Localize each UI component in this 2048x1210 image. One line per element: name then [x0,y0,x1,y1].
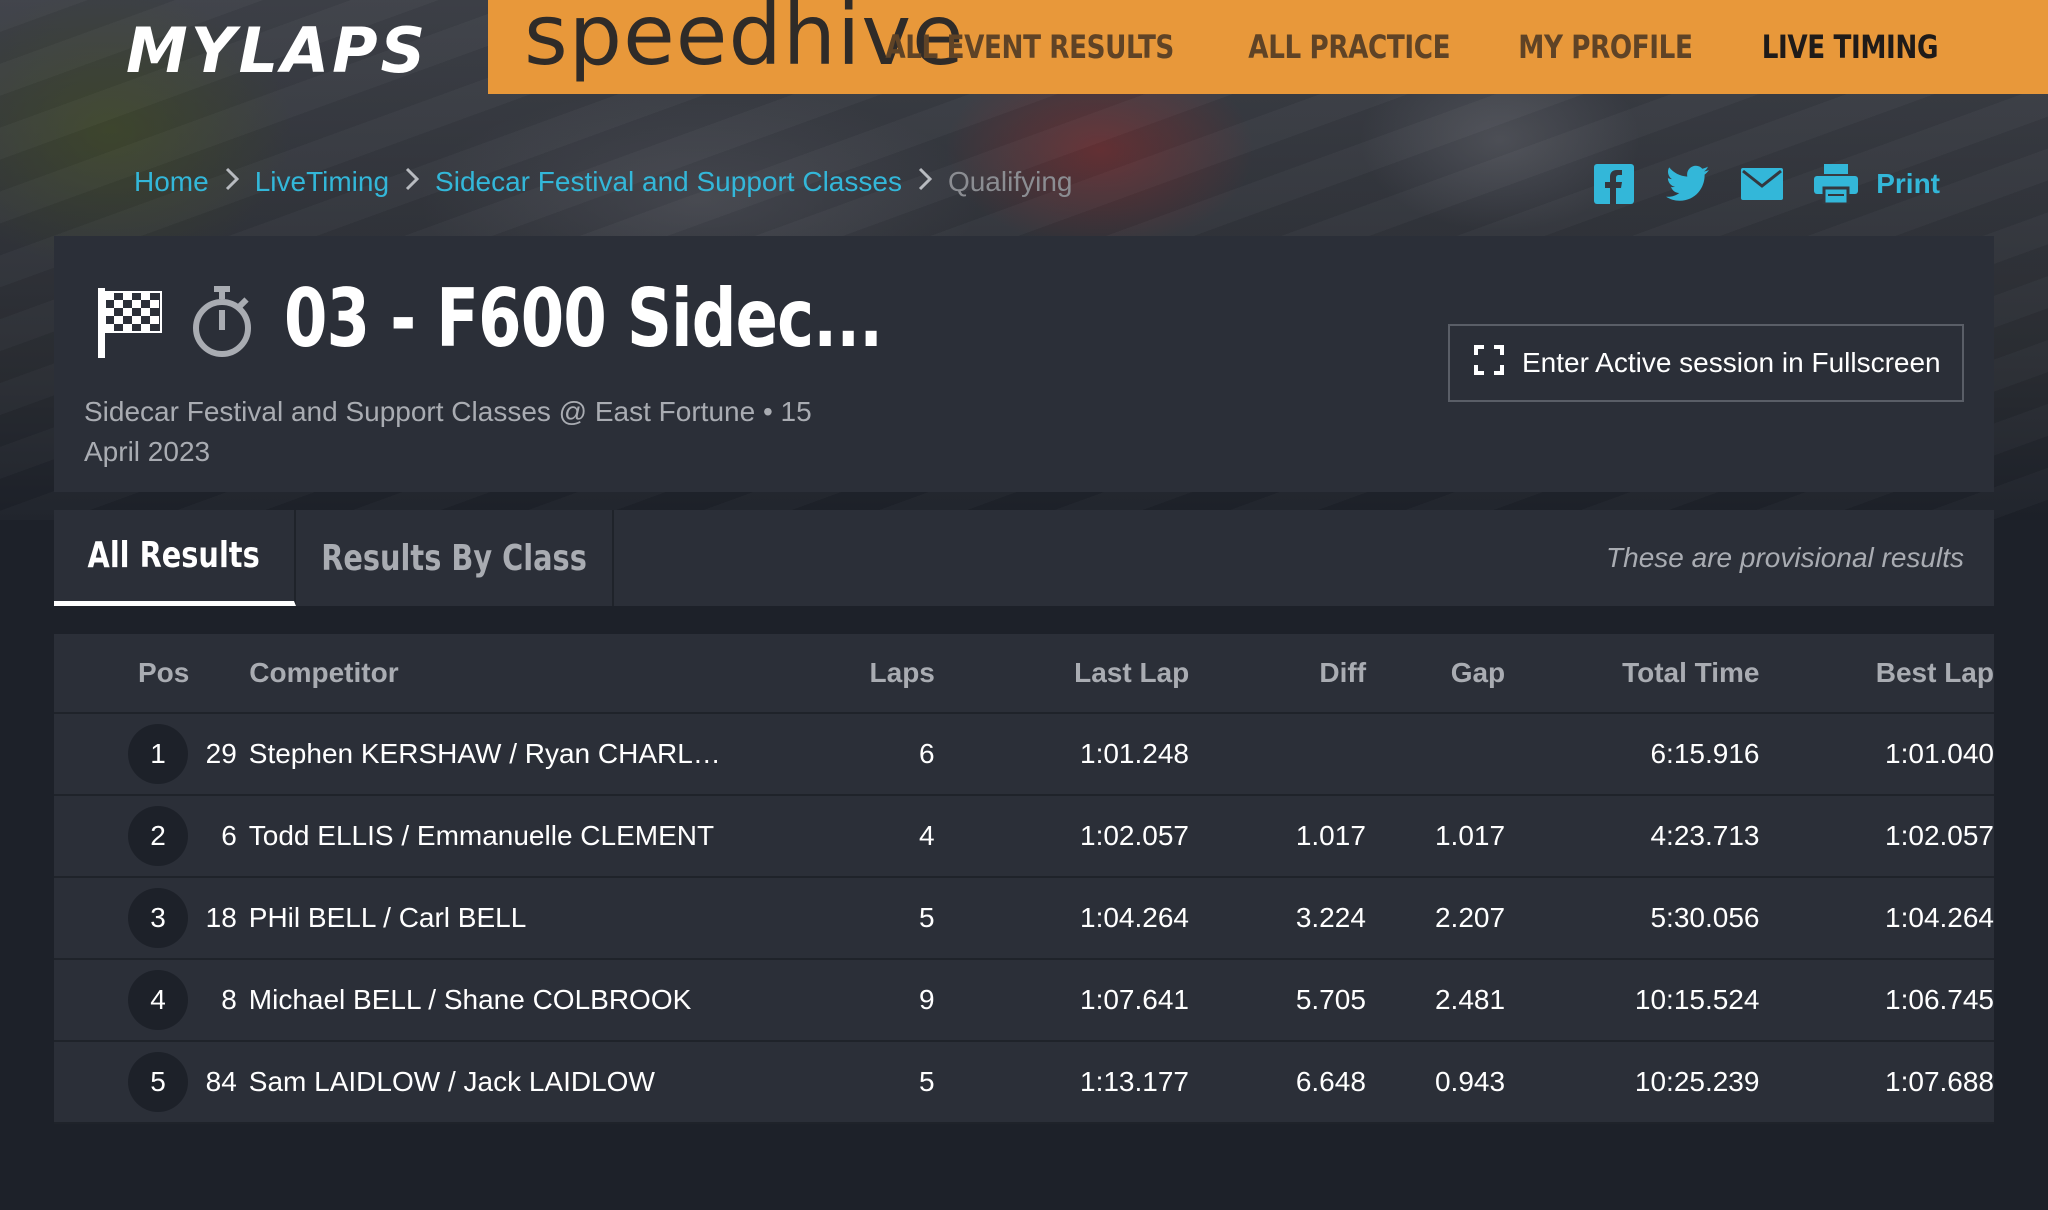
last-lap-cell: 1:13.177 [1080,1066,1189,1097]
breadcrumb-current: Qualifying [947,166,1073,197]
main-nav: ALL EVENT RESULTS ALL PRACTICE MY PROFIL… [822,28,1939,66]
gap-cell: 2.481 [1434,984,1506,1015]
last-lap-cell: 1:02.057 [1080,820,1189,851]
laps-cell: 5 [919,902,935,933]
position-badge: 2 [128,806,188,866]
best-lap-cell: 1:01.040 [1885,738,1995,769]
fullscreen-button[interactable]: Enter Active session in Fullscreen [1448,324,1964,402]
provisional-note: These are provisional results [1606,542,1964,573]
mylaps-logo[interactable]: MYLAPS [126,14,428,87]
table-row[interactable]: 4 8 Michael BELL / Shane COLBROOK 9 1:07.… [54,960,1994,1042]
nav-all-event-results[interactable]: ALL EVENT RESULTS [886,28,1175,66]
breadcrumb: Home LiveTiming Sidecar Festival and Sup… [134,166,1072,198]
last-lap-cell: 1:07.641 [1080,984,1189,1015]
printer-icon[interactable] [1814,162,1859,206]
laps-cell: 6 [919,738,935,769]
position-badge: 5 [128,1052,188,1112]
competitor-number: 8 [221,984,237,1015]
fullscreen-label: Enter Active session in Fullscreen [1522,347,1941,378]
diff-cell: 6.648 [1295,1066,1366,1097]
last-lap-cell: 1:01.248 [1080,738,1189,769]
print-link[interactable]: Print [1876,168,1940,200]
header-best-lap[interactable]: Best Lap [1760,657,1994,689]
competitor-number: 18 [205,902,237,933]
total-time-cell: 5:30.056 [1650,902,1760,933]
header-laps[interactable]: Laps [845,657,935,689]
competitor-name[interactable]: Stephen KERSHAW / Ryan CHARL… [249,738,845,770]
header-competitor[interactable]: Competitor [249,657,845,689]
table-row[interactable]: 1 29 Stephen KERSHAW / Ryan CHARL… 6 1:01… [54,714,1994,796]
table-header: Pos Competitor Laps Last Lap Diff Gap To… [54,634,1994,714]
session-header: 03 - F600 Sidec... Sidecar Festival and … [54,236,1994,492]
last-lap-cell: 1:04.264 [1080,902,1189,933]
table-row[interactable]: 5 84 Sam LAIDLOW / Jack LAIDLOW 5 1:13.17… [54,1042,1994,1124]
competitor-name[interactable]: Michael BELL / Shane COLBROOK [249,984,845,1016]
competitor-number: 29 [205,738,237,769]
tab-results-by-class[interactable]: Results By Class [296,510,614,606]
facebook-icon[interactable] [1592,162,1636,206]
diff-cell: 5.705 [1295,984,1366,1015]
diff-cell: 1.017 [1295,820,1366,851]
laps-cell: 5 [919,1066,935,1097]
table-row[interactable]: 2 6 Todd ELLIS / Emmanuelle CLEMENT 4 1:0… [54,796,1994,878]
competitor-name[interactable]: PHil BELL / Carl BELL [249,902,845,934]
position-badge: 1 [128,724,188,784]
stopwatch-icon [190,286,254,365]
tab-all-results[interactable]: All Results [54,510,296,606]
gap-cell: 2.207 [1434,902,1506,933]
nav-live-timing[interactable]: LIVE TIMING [1762,28,1939,66]
results-tabs: All Results Results By Class These are p… [54,510,1994,606]
breadcrumb-event[interactable]: Sidecar Festival and Support Classes [435,166,902,198]
best-lap-cell: 1:04.264 [1885,902,1995,933]
header-diff[interactable]: Diff [1189,657,1366,689]
best-lap-cell: 1:06.745 [1885,984,1995,1015]
header-total-time[interactable]: Total Time [1505,657,1759,689]
breadcrumb-livetiming[interactable]: LiveTiming [255,166,389,198]
nav-my-profile[interactable]: MY PROFILE [1519,28,1694,66]
laps-cell: 9 [919,984,935,1015]
position-badge: 4 [128,970,188,1030]
chevron-right-icon [918,167,933,198]
gap-cell: 0.943 [1434,1066,1506,1097]
twitter-icon[interactable] [1666,162,1710,206]
chevron-right-icon [405,167,420,198]
best-lap-cell: 1:07.688 [1885,1066,1995,1097]
table-row[interactable]: 3 18 PHil BELL / Carl BELL 5 1:04.264 3.2… [54,878,1994,960]
share-bar: Print [1592,162,1940,206]
fullscreen-icon [1474,344,1504,382]
competitor-name[interactable]: Todd ELLIS / Emmanuelle CLEMENT [249,820,845,852]
nav-all-practice[interactable]: ALL PRACTICE [1249,28,1451,66]
breadcrumb-home[interactable]: Home [134,166,209,198]
results-table: Pos Competitor Laps Last Lap Diff Gap To… [54,634,1994,1124]
session-title: 03 - F600 Sidec... [284,272,883,365]
checkered-flag-icon [96,286,162,365]
header-gap[interactable]: Gap [1366,657,1505,689]
diff-cell: 3.224 [1295,902,1366,933]
competitor-number: 6 [221,820,237,851]
total-time-cell: 10:25.239 [1634,1066,1760,1097]
top-nav-bar: speedhive ALL EVENT RESULTS ALL PRACTICE… [488,0,2048,94]
session-subtitle: Sidecar Festival and Support Classes @ E… [84,396,812,467]
total-time-cell: 10:15.524 [1634,984,1760,1015]
best-lap-cell: 1:02.057 [1885,820,1995,851]
laps-cell: 4 [919,820,935,851]
competitor-number: 84 [205,1066,237,1097]
header-last-lap[interactable]: Last Lap [935,657,1189,689]
header-pos[interactable]: Pos [54,657,249,689]
competitor-name[interactable]: Sam LAIDLOW / Jack LAIDLOW [249,1066,845,1098]
total-time-cell: 6:15.916 [1650,738,1760,769]
position-badge: 3 [128,888,188,948]
total-time-cell: 4:23.713 [1650,820,1760,851]
chevron-right-icon [225,167,239,198]
gap-cell: 1.017 [1434,820,1506,851]
mail-icon[interactable] [1740,162,1784,206]
